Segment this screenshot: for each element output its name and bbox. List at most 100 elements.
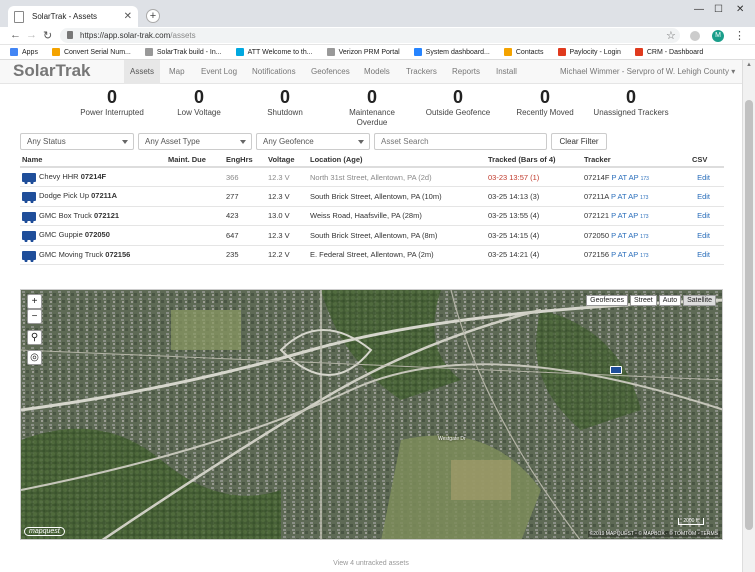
table-row[interactable]: Chevy HHR 07214F 366 12.3 V North 31st Stre… — [20, 167, 724, 187]
nav-geofences[interactable]: Geofences — [305, 60, 356, 84]
nav-trackers[interactable]: Trackers — [400, 60, 443, 84]
new-tab-button[interactable]: + — [146, 9, 160, 23]
bookmark-item[interactable]: SolarTrak build - In... — [144, 48, 222, 56]
col-location[interactable]: Location (Age) — [308, 153, 486, 168]
truck-icon — [22, 231, 36, 242]
tracker-at-link[interactable]: AT — [618, 192, 627, 201]
browser-tab[interactable]: SolarTrak - Assets ✕ — [8, 6, 138, 27]
tracker-p-link[interactable]: P — [611, 211, 616, 220]
map-attribution[interactable]: ©2019 MAPQUEST · © MAPBOX · © TOMTOM · T… — [587, 531, 720, 537]
reload-icon[interactable]: ↻ — [43, 29, 52, 42]
tracker-cell: 07214F P AT AP 173 — [582, 167, 690, 187]
tracker-ap-link[interactable]: AP — [628, 231, 638, 240]
s-icon — [503, 48, 512, 56]
nav-models[interactable]: Models — [358, 60, 396, 84]
edit-link[interactable]: Edit — [697, 192, 710, 201]
tracker-p-link[interactable]: P — [611, 231, 616, 240]
table-row[interactable]: GMC Moving Truck 072156 235 12.2 V E. Feder… — [20, 245, 724, 265]
edit-link[interactable]: Edit — [697, 211, 710, 220]
clear-filter-button[interactable]: Clear Filter — [551, 133, 607, 150]
tracker-cell: 072050 P AT AP 173 — [582, 225, 690, 246]
close-tab-icon[interactable]: ✕ — [124, 11, 132, 22]
status-select[interactable]: Any Status — [20, 133, 134, 150]
browser-menu-icon[interactable]: ⋮ — [734, 29, 745, 42]
close-window-icon[interactable]: ✕ — [736, 4, 744, 15]
nav-reports[interactable]: Reports — [446, 60, 486, 84]
minimize-icon[interactable]: — — [694, 4, 704, 15]
address-bar[interactable]: https://app.solar-trak.com/assets — [60, 28, 680, 43]
page-scrollbar[interactable]: ▲ — [742, 60, 755, 572]
edit-link[interactable]: Edit — [697, 173, 710, 182]
bookmark-item[interactable]: Verizon PRM Portal — [326, 48, 400, 56]
brand-logo[interactable]: SolarTrak — [13, 61, 91, 81]
bookmark-star-icon[interactable]: ☆ — [666, 29, 676, 42]
bookmark-item[interactable]: Convert Serial Num... — [51, 48, 131, 56]
bookmark-item[interactable]: Paylocity - Login — [557, 48, 621, 56]
table-row[interactable]: GMC Box Truck 072121 423 13.0 V Weiss Road,… — [20, 206, 724, 226]
layer-satellite-button[interactable]: Satellite — [683, 295, 716, 306]
col-tracked[interactable]: Tracked (Bars of 4) — [486, 153, 582, 168]
asset-name-cell[interactable]: GMC Moving Truck 072156 — [20, 245, 166, 265]
tracker-p-link[interactable]: P — [612, 173, 617, 182]
col-voltage[interactable]: Voltage — [266, 153, 308, 168]
nav-assets[interactable]: Assets — [124, 60, 161, 84]
layer-street-button[interactable]: Street — [630, 295, 657, 306]
table-row[interactable]: Dodge Pick Up 07211A 277 12.3 V South Brick… — [20, 186, 724, 207]
extension-icon[interactable] — [690, 31, 700, 41]
tracker-ap-link[interactable]: AP — [628, 250, 638, 259]
table-row[interactable]: GMC Guppie 072050 647 12.3 V South Brick St… — [20, 225, 724, 246]
search-icon: ⚲ — [30, 332, 39, 343]
untracked-assets-link[interactable]: View 4 untracked assets — [0, 560, 742, 567]
nav-event-log[interactable]: Event Log — [195, 60, 243, 84]
scroll-up-icon[interactable]: ▲ — [746, 62, 752, 68]
profile-avatar[interactable]: M — [712, 30, 724, 42]
bookmark-item[interactable]: ATT Welcome to th... — [235, 48, 313, 56]
asset-search-input[interactable] — [374, 133, 547, 150]
nav-map[interactable]: Map — [163, 60, 191, 84]
tracker-at-link[interactable]: AT — [618, 173, 627, 182]
back-icon[interactable]: ← — [10, 29, 21, 41]
search-map-button[interactable]: ⚲ — [27, 330, 42, 345]
col-tracker[interactable]: Tracker — [582, 153, 690, 168]
nav-notifications[interactable]: Notifications — [246, 60, 302, 84]
tracker-ap-link[interactable]: AP — [628, 192, 638, 201]
nav-install[interactable]: Install — [490, 60, 523, 84]
bookmark-item[interactable]: Apps — [10, 48, 38, 56]
zoom-in-button[interactable]: + — [27, 294, 42, 309]
asset-name-cell[interactable]: Chevy HHR 07214F — [20, 167, 166, 187]
zoom-out-button[interactable]: − — [27, 309, 42, 324]
asset-name-cell[interactable]: Dodge Pick Up 07211A — [20, 186, 166, 207]
tracker-p-link[interactable]: P — [611, 192, 616, 201]
tracker-ap-link[interactable]: AP — [628, 211, 638, 220]
tracker-at-link[interactable]: AT — [618, 231, 627, 240]
truck-marker-icon[interactable] — [610, 366, 622, 374]
tracker-p-link[interactable]: P — [611, 250, 616, 259]
user-menu[interactable]: Michael Wimmer - Servpro of W. Lehigh Co… — [560, 60, 735, 84]
maximize-icon[interactable]: ☐ — [714, 4, 723, 15]
edit-link[interactable]: Edit — [697, 250, 710, 259]
locate-button[interactable]: ◎ — [27, 350, 42, 365]
tracker-at-link[interactable]: AT — [618, 250, 627, 259]
layer-auto-button[interactable]: Auto — [658, 295, 682, 306]
layer-geofences-button[interactable]: Geofences — [586, 295, 628, 306]
asset-map[interactable]: + − ⚲ ◎ Geofences Street Auto Satellite … — [20, 289, 723, 540]
forward-icon[interactable]: → — [26, 29, 37, 41]
geofence-select[interactable]: Any Geofence — [256, 133, 370, 150]
scrollbar-thumb[interactable] — [745, 100, 753, 530]
asset-name: Dodge Pick Up — [39, 191, 90, 201]
bookmark-item[interactable]: CRM - Dashboard — [634, 48, 703, 56]
asset-name-cell[interactable]: GMC Box Truck 072121 — [20, 206, 166, 226]
counter-unassigned-trackers[interactable]: 0 Unassigned Trackers — [576, 86, 686, 118]
bookmark-item[interactable]: System dashboard... — [413, 48, 490, 56]
col-maint-due[interactable]: Maint. Due — [166, 153, 224, 168]
edit-link[interactable]: Edit — [697, 231, 710, 240]
col-enghrs[interactable]: EngHrs — [224, 153, 266, 168]
tracker-at-link[interactable]: AT — [618, 211, 627, 220]
map-layer-switcher: Geofences Street Auto Satellite — [584, 295, 716, 306]
asset-name-cell[interactable]: GMC Guppie 072050 — [20, 225, 166, 246]
csv-link[interactable]: CSV — [690, 153, 724, 168]
asset-type-select[interactable]: Any Asset Type — [138, 133, 252, 150]
col-name[interactable]: Name — [20, 153, 166, 168]
tracker-ap-link[interactable]: AP — [629, 173, 639, 182]
bookmark-item[interactable]: Contacts — [503, 48, 544, 56]
